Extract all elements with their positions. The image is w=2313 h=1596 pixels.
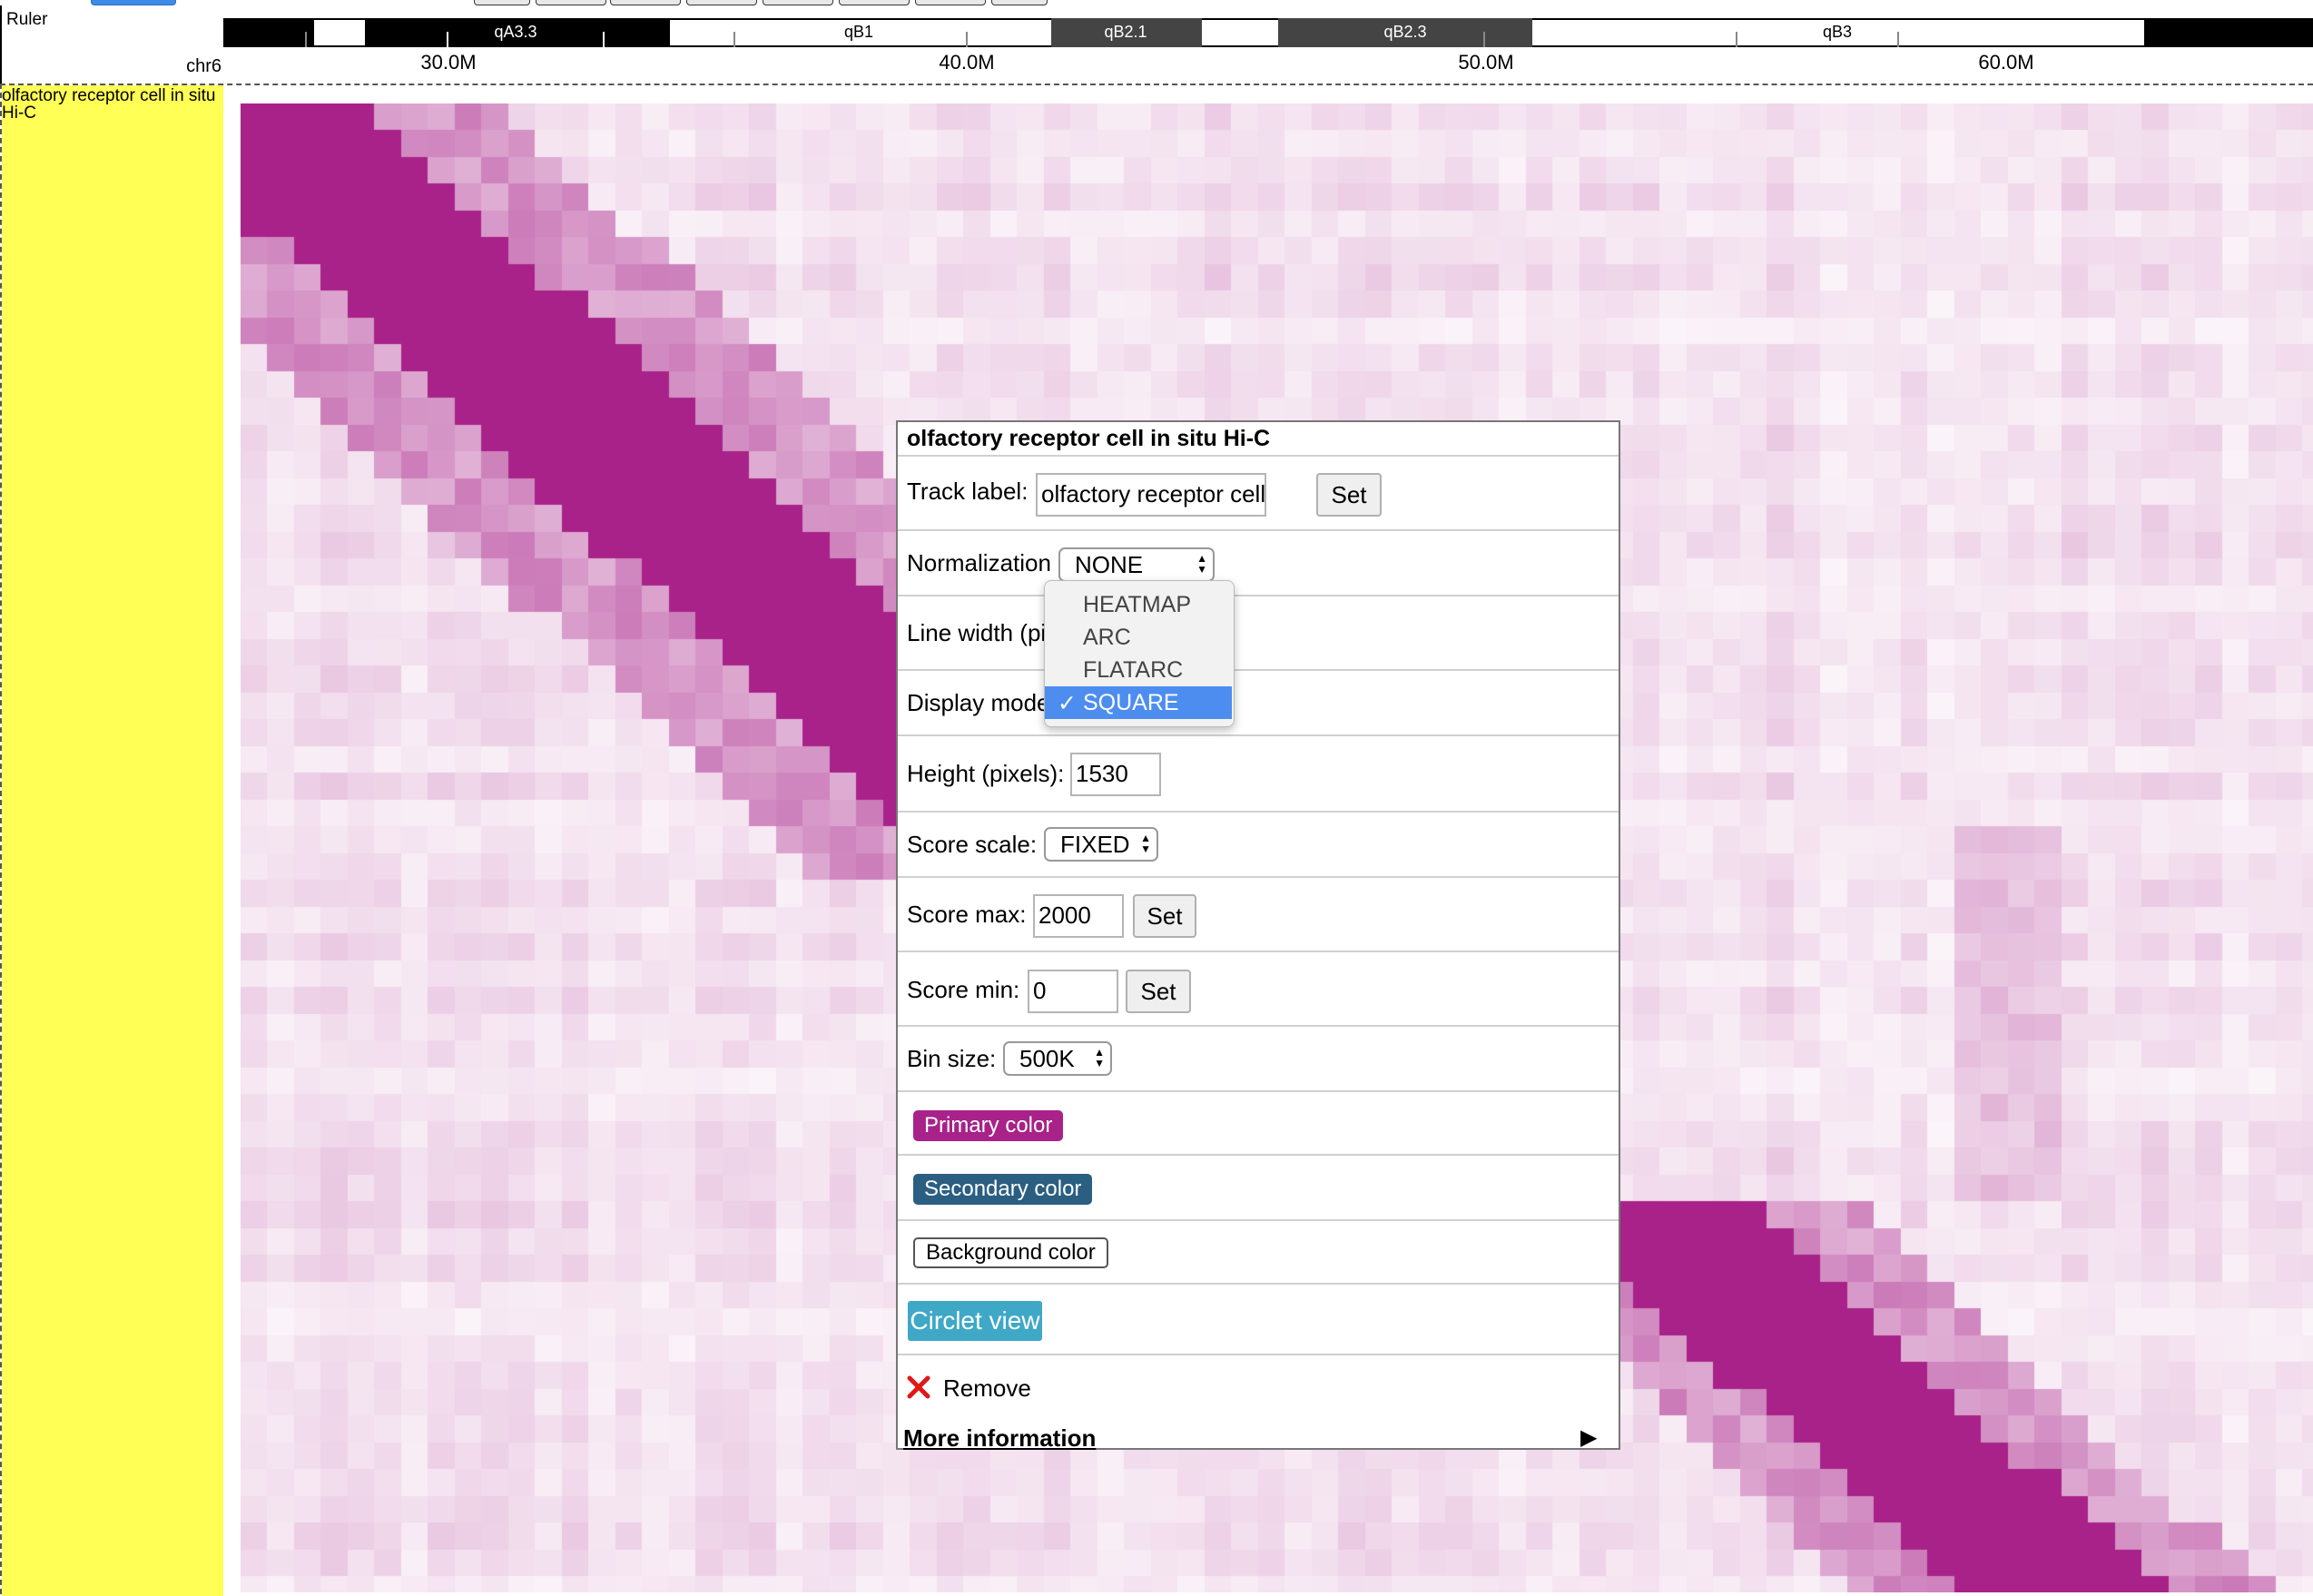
dropdown-option-arc[interactable]: ARC [1045, 621, 1232, 654]
bin-size-value: 500K [1019, 1044, 1075, 1072]
ideogram-band [2144, 18, 2313, 47]
band-label: qB1 [843, 23, 874, 41]
expand-arrow-icon[interactable]: ▶ [1580, 1424, 1597, 1451]
ideogram-tick [305, 32, 307, 47]
line-width-row: Line width (pi [898, 596, 1619, 671]
select-arrows-icon: ▲ ▼ [1094, 1046, 1105, 1069]
score-scale-value: FIXED [1060, 830, 1130, 858]
score-max-row: Score max: 2000 Set [898, 878, 1619, 952]
track-label-text: olfactory receptor cell in situ Hi-C [2, 87, 216, 122]
chromosome-ideogram[interactable]: qA3.3 qB1 qB2.1 qB2.3 qB3 [223, 18, 2313, 47]
bin-size-select[interactable]: 500K ▲ ▼ [1003, 1041, 1112, 1076]
more-information-link[interactable]: More information [903, 1424, 1096, 1453]
ideogram-tick [447, 32, 448, 47]
score-scale-label: Score scale: [907, 831, 1038, 858]
score-min-input[interactable]: 0 [1028, 970, 1118, 1013]
bin-size-row: Bin size: 500K ▲ ▼ [898, 1027, 1619, 1092]
menu-title: olfactory receptor cell in situ Hi-C [907, 426, 1271, 451]
remove-label: Remove [943, 1374, 1031, 1402]
height-input[interactable]: 1530 [1070, 753, 1161, 796]
track-label-input[interactable]: olfactory receptor cell in s [1036, 473, 1266, 517]
ideogram-tick [1897, 32, 1899, 47]
track-label-set-button[interactable]: Set [1316, 473, 1382, 517]
dropdown-option-flatarc[interactable]: FLATARC [1045, 654, 1232, 686]
band-label: qB2.3 [1383, 23, 1427, 41]
checkmark-icon: ✓ [1058, 691, 1077, 716]
secondary-color-row: Secondary color [898, 1156, 1619, 1221]
secondary-color-button[interactable]: Secondary color [913, 1174, 1093, 1205]
display-mode-row: Display mode [898, 671, 1619, 736]
score-max-input[interactable]: 2000 [1033, 894, 1124, 938]
coordinate-label: 50.0M [1458, 51, 1514, 74]
close-icon [907, 1375, 930, 1399]
line-width-label: Line width (pi [907, 619, 1047, 646]
normalization-label: Normalization [907, 549, 1051, 576]
ruler-track: Ruler chr6 qA3.3 qB1 qB2.1 qB2.3 qB3 30.… [0, 5, 2313, 84]
dropdown-option-heatmap[interactable]: HEATMAP [1045, 588, 1232, 621]
chromosome-label: chr6 [186, 56, 221, 76]
normalization-select[interactable]: NONE ▲ ▼ [1058, 547, 1215, 582]
score-min-row: Score min: 0 Set [898, 952, 1619, 1027]
band-label: qA3.3 [494, 23, 537, 41]
ideogram-tick [1483, 32, 1485, 47]
ideogram-band [314, 18, 365, 47]
ideogram-tick [733, 32, 735, 47]
normalization-value: NONE [1075, 550, 1144, 578]
ruler-track-name: Ruler [6, 10, 48, 29]
score-scale-row: Score scale: FIXED ▲ ▼ [898, 813, 1619, 878]
score-max-label: Score max: [907, 901, 1027, 928]
track-config-menu: olfactory receptor cell in situ Hi-C Tra… [896, 420, 1620, 1453]
score-scale-select[interactable]: FIXED ▲ ▼ [1044, 827, 1158, 862]
background-color-row: Background color [898, 1221, 1619, 1285]
band-label: qB2.1 [1104, 23, 1147, 41]
coordinate-label: 40.0M [939, 51, 995, 74]
coordinate-label: 60.0M [1978, 51, 2034, 74]
display-mode-dropdown[interactable]: HEATMAP ARC FLATARC ✓ SQUARE [1044, 580, 1235, 727]
background-color-button[interactable]: Background color [913, 1237, 1108, 1268]
dropdown-option-square[interactable]: ✓ SQUARE [1045, 686, 1232, 719]
band-label: qB3 [1822, 23, 1853, 41]
bin-size-label: Bin size: [907, 1045, 997, 1072]
circlet-view-button[interactable]: Circlet view [908, 1301, 1042, 1341]
ideogram-tick [966, 32, 968, 47]
select-arrows-icon: ▲ ▼ [1140, 832, 1151, 855]
normalization-row: Normalization NONE ▲ ▼ [898, 531, 1619, 596]
ideogram-band [1202, 18, 1278, 47]
primary-color-button[interactable]: Primary color [913, 1110, 1064, 1141]
height-label: Height (pixels): [907, 760, 1065, 787]
score-max-set-button[interactable]: Set [1133, 894, 1196, 938]
circlet-row: Circlet view [898, 1285, 1619, 1355]
menu-title-row: olfactory receptor cell in situ Hi-C [898, 422, 1619, 457]
height-row: Height (pixels): 1530 [898, 736, 1619, 813]
score-min-set-button[interactable]: Set [1126, 970, 1191, 1013]
ideogram-tick [603, 32, 605, 47]
ideogram-band [223, 18, 314, 47]
coordinate-label: 30.0M [420, 51, 477, 74]
display-mode-label: Display mode [907, 689, 1050, 716]
score-min-label: Score min: [907, 976, 1020, 1003]
track-label-row: Track label: olfactory receptor cell in … [898, 457, 1619, 531]
track-label-panel[interactable]: olfactory receptor cell in situ Hi-C [2, 85, 223, 1596]
track-label-label: Track label: [907, 478, 1029, 505]
select-arrows-icon: ▲ ▼ [1196, 552, 1207, 576]
primary-color-row: Primary color [898, 1092, 1619, 1156]
ideogram-tick [1736, 32, 1737, 47]
remove-row[interactable]: Remove More information ▶ [898, 1355, 1619, 1453]
